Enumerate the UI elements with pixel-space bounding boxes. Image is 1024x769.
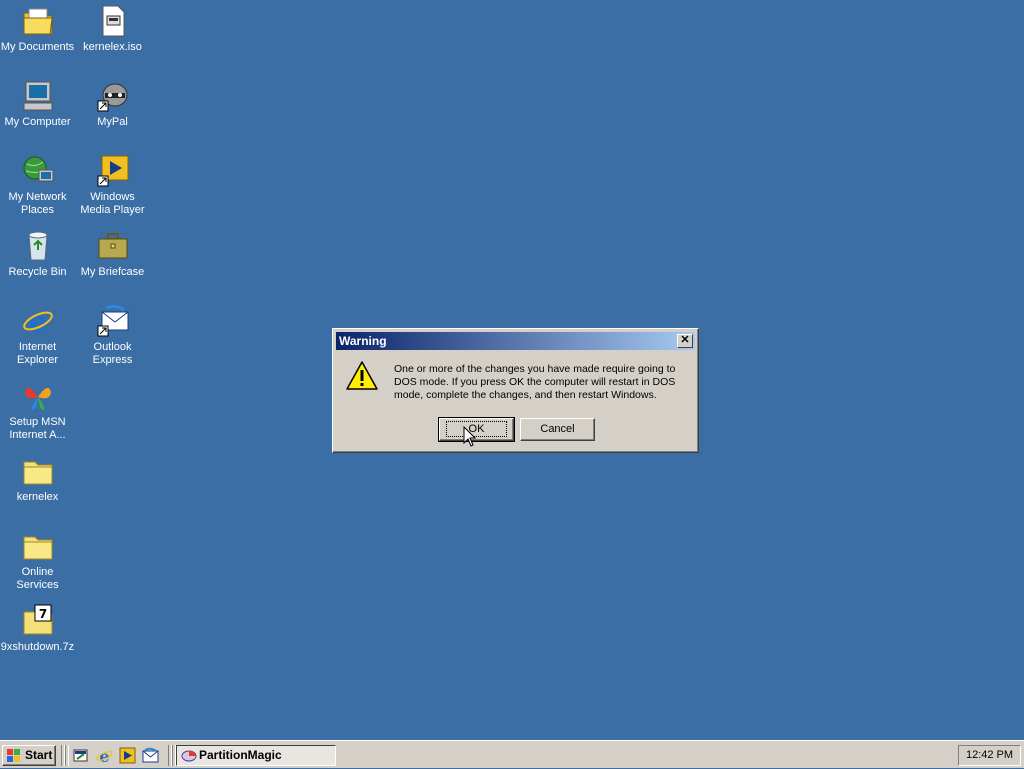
desktop-icon-label: kernelex <box>16 491 59 503</box>
desktop-icon-my-computer[interactable]: My Computer <box>0 79 75 129</box>
internet-explorer-icon: e <box>21 304 55 338</box>
desktop-icon-kernelex-iso[interactable]: kernelex.iso <box>75 4 150 54</box>
desktop-icon-label: MyPal <box>97 116 128 128</box>
mypal-raccoon-icon <box>96 79 130 113</box>
windows-logo-icon <box>6 748 22 763</box>
desktop-icon-label: Setup MSN Internet A... <box>9 416 66 441</box>
mouse-cursor-icon <box>463 425 477 448</box>
start-label: Start <box>25 748 53 762</box>
desktop-icon-9xshutdown[interactable]: 7 9xshutdown.7z <box>0 604 75 654</box>
internet-explorer-icon[interactable]: e <box>96 747 113 766</box>
desktop-icon-kernelex[interactable]: kernelex <box>0 454 75 504</box>
svg-text:7: 7 <box>38 607 46 621</box>
outlook-express-icon[interactable] <box>142 747 159 764</box>
desktop-icon-label: kernelex.iso <box>83 41 142 53</box>
desktop-icon-label: My Computer <box>4 116 71 128</box>
desktop-icon-label: My Network Places <box>8 191 67 216</box>
media-player-icon <box>96 154 130 188</box>
desktop-icon-online-services[interactable]: Online Services <box>0 529 75 592</box>
desktop-icon-setup-msn[interactable]: Setup MSN Internet A... <box>0 379 75 442</box>
desktop-icon-label: 9xshutdown.7z <box>0 641 75 653</box>
taskbar-separator <box>65 745 69 766</box>
desktop-icon-my-briefcase[interactable]: My Briefcase <box>75 229 150 279</box>
outlook-express-icon <box>96 304 130 338</box>
folder-icon <box>21 454 55 488</box>
my-computer-icon <box>21 79 55 113</box>
task-button-partitionmagic[interactable]: PartitionMagic <box>176 745 336 766</box>
warning-dialog: Warning ✕ One or more of the changes you… <box>332 328 699 453</box>
desktop-icon-recycle-bin[interactable]: Recycle Bin <box>0 229 75 279</box>
7z-archive-icon: 7 <box>21 604 55 638</box>
start-button[interactable]: Start <box>2 745 56 766</box>
system-tray-clock[interactable]: 12:42 PM <box>958 745 1021 766</box>
show-desktop-icon[interactable] <box>72 747 89 764</box>
taskbar: Start e PartitionMagic 12:42 PM <box>0 740 1024 768</box>
svg-text:e: e <box>99 747 109 764</box>
desktop-icon-label: Recycle Bin <box>8 266 67 278</box>
desktop-icon-label: Online Services <box>16 566 59 591</box>
desktop-icon-my-documents[interactable]: My Documents <box>0 4 75 54</box>
close-icon: ✕ <box>680 334 690 346</box>
desktop-icon-label: My Documents <box>0 41 75 53</box>
briefcase-icon <box>96 229 130 263</box>
iso-file-icon <box>96 4 130 38</box>
clock: 12:42 PM <box>965 749 1014 761</box>
folder-icon <box>21 529 55 563</box>
desktop-icon-internet-explorer[interactable]: e Internet Explorer <box>0 304 75 367</box>
warning-icon <box>345 359 379 393</box>
dialog-message: One or more of the changes you have made… <box>394 363 676 401</box>
desktop-icon-my-network-places[interactable]: My Network Places <box>0 154 75 217</box>
dialog-title: Warning <box>339 334 387 348</box>
cancel-button[interactable]: Cancel <box>520 418 595 441</box>
media-player-icon[interactable] <box>119 747 136 764</box>
desktop-icon-label: Internet Explorer <box>17 341 58 366</box>
desktop-icon-mypal[interactable]: MyPal <box>75 79 150 129</box>
network-places-icon <box>21 154 55 188</box>
dialog-titlebar[interactable]: Warning ✕ <box>336 332 695 350</box>
desktop-icon-label: Windows Media Player <box>80 191 145 216</box>
task-label: PartitionMagic <box>199 748 282 762</box>
desktop-icon-outlook-express[interactable]: Outlook Express <box>75 304 150 367</box>
recycle-bin-icon <box>21 229 55 263</box>
partitionmagic-icon <box>181 748 197 763</box>
svg-text:e: e <box>28 305 47 338</box>
msn-butterfly-icon <box>21 379 55 413</box>
desktop-icon-label: Outlook Express <box>92 341 133 366</box>
cancel-button-label: Cancel <box>540 423 575 435</box>
desktop-icon-windows-media-player[interactable]: Windows Media Player <box>75 154 150 217</box>
my-documents-icon <box>21 4 55 38</box>
desktop-icon-label: My Briefcase <box>80 266 145 278</box>
close-button[interactable]: ✕ <box>677 334 693 348</box>
